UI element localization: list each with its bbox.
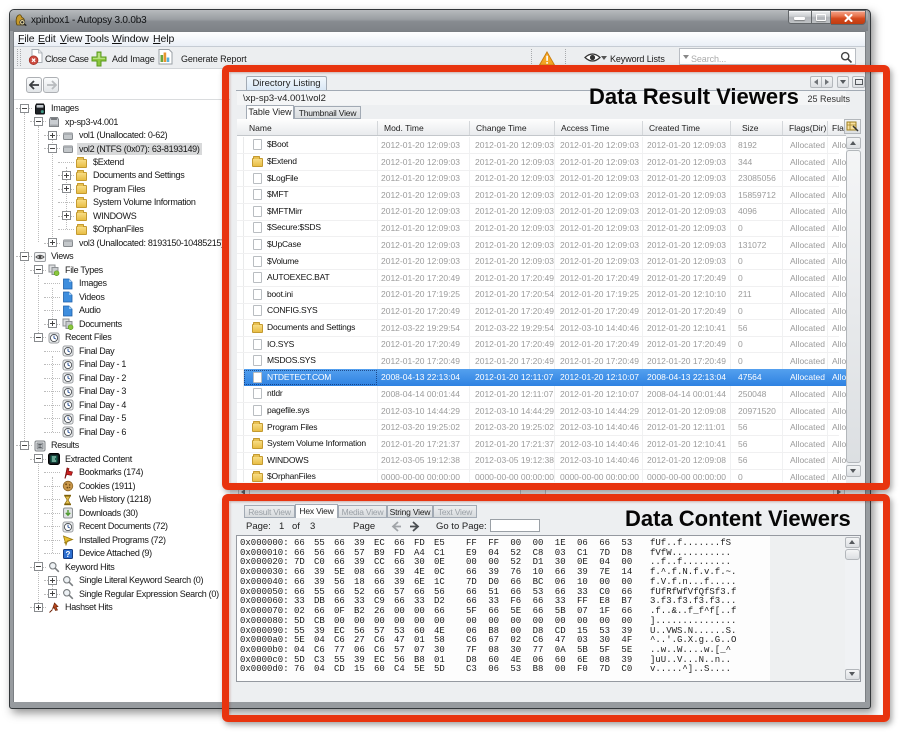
svg-text:?: ? — [66, 550, 71, 559]
